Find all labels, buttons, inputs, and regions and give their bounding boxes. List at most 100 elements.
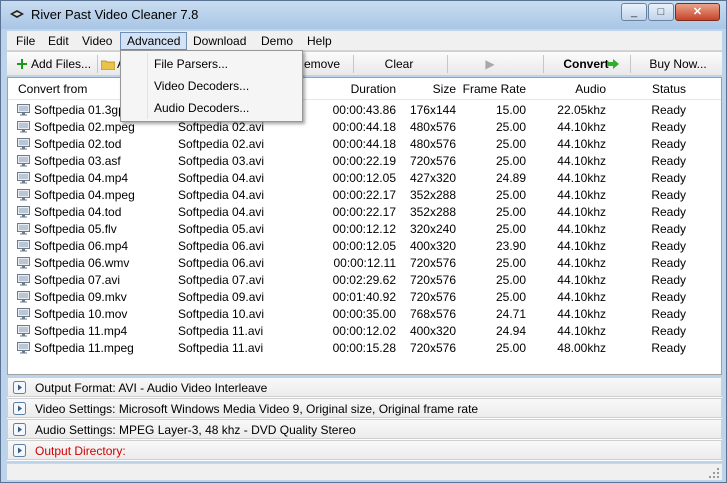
minimize-button[interactable]: _ [621, 3, 647, 21]
target-file: Softpedia 04.avi [178, 205, 265, 219]
file-list[interactable]: Convert from Duration Size Frame Rate Au… [7, 77, 722, 375]
output-format-panel[interactable]: Output Format: AVI - Audio Video Interle… [7, 377, 722, 397]
source-file: Softpedia 06.wmv [34, 256, 130, 270]
menu-edit[interactable]: Edit [42, 32, 75, 50]
source-file: Softpedia 04.mpeg [34, 188, 135, 202]
monitor-icon [17, 342, 30, 354]
add-files-button[interactable]: Add Files... [11, 55, 95, 73]
monitor-icon [17, 325, 30, 337]
source-file: Softpedia 02.mpeg [34, 120, 135, 134]
target-file: Softpedia 06.avi [178, 239, 265, 253]
convert-button[interactable]: Convert [551, 55, 621, 73]
column-convert-from[interactable]: Convert from [18, 82, 87, 96]
toolbar-separator [447, 55, 448, 73]
menu-item-audio-decoders[interactable]: Audio Decoders... [154, 101, 249, 115]
table-row[interactable]: Softpedia 11.mp4 Softpedia 11.avi 00:00:12… [8, 323, 721, 340]
table-row[interactable]: Softpedia 04.mp4 Softpedia 04.avi 00:00:12… [8, 170, 721, 187]
source-file: Softpedia 01.3gp [34, 103, 125, 117]
table-row[interactable]: Softpedia 02.tod Softpedia 02.avi 00:00:44… [8, 136, 721, 153]
close-button[interactable]: ✕ [675, 3, 720, 21]
table-row[interactable]: Softpedia 06.mp4 Softpedia 06.avi 00:00:12… [8, 238, 721, 255]
output-directory-text: Output Directory: [35, 444, 126, 458]
target-file: Softpedia 11.avi [178, 324, 264, 338]
table-row[interactable]: Softpedia 10.mov Softpedia 10.avi 00:00:35… [8, 306, 721, 323]
audio-value: 44.10khz [557, 120, 606, 134]
frame-rate-value: 24.71 [495, 307, 526, 321]
duration-value: 00:00:12.12 [332, 222, 396, 236]
clear-button[interactable]: Clear [369, 55, 429, 73]
menu-item-file-parsers[interactable]: File Parsers... [154, 57, 228, 71]
duration-value: 00:00:12.11 [333, 256, 396, 270]
frame-rate-value: 23.90 [495, 239, 526, 253]
expand-icon[interactable] [13, 423, 26, 436]
table-row[interactable]: Softpedia 11.mpeg Softpedia 11.avi 00:00:1… [8, 340, 721, 357]
monitor-icon [17, 138, 30, 150]
resize-grip-icon[interactable] [708, 467, 720, 479]
table-row[interactable]: Softpedia 03.asf Softpedia 03.avi 00:00:22… [8, 153, 721, 170]
duration-value: 00:01:40.92 [332, 290, 396, 304]
duration-value: 00:02:29.62 [332, 273, 396, 287]
expand-icon[interactable] [13, 381, 26, 394]
buy-now-label: Buy Now... [649, 57, 707, 71]
output-format-text: Output Format: AVI - Audio Video Interle… [35, 381, 268, 395]
table-row[interactable]: Softpedia 06.wmv Softpedia 06.avi 00:00:12… [8, 255, 721, 272]
menu-advanced[interactable]: Advanced [120, 32, 188, 50]
monitor-icon [17, 172, 30, 184]
duration-value: 00:00:22.19 [332, 154, 396, 168]
menu-item-video-decoders[interactable]: Video Decoders... [154, 79, 249, 93]
monitor-icon [17, 308, 30, 320]
duration-value: 00:00:15.28 [332, 341, 396, 355]
duration-value: 00:00:22.17 [332, 205, 396, 219]
table-row[interactable]: Softpedia 09.mkv Softpedia 09.avi 00:01:40… [8, 289, 721, 306]
frame-rate-value: 24.94 [495, 324, 526, 338]
table-row[interactable]: Softpedia 04.tod Softpedia 04.avi 00:00:22… [8, 204, 721, 221]
menu-demo[interactable]: Demo [255, 32, 299, 50]
menu-file[interactable]: File [10, 32, 41, 50]
table-row[interactable]: Softpedia 04.mpeg Softpedia 04.avi 00:00:2… [8, 187, 721, 204]
audio-settings-panel[interactable]: Audio Settings: MPEG Layer-3, 48 khz - D… [7, 419, 722, 439]
remove-button[interactable]: emove [297, 55, 347, 73]
column-size[interactable]: Size [404, 82, 456, 96]
remove-label: emove [303, 57, 341, 71]
monitor-icon [17, 257, 30, 269]
menu-download[interactable]: Download [187, 32, 252, 50]
size-value: 480x576 [409, 120, 456, 134]
frame-rate-value: 25.00 [495, 290, 526, 304]
expand-icon[interactable] [13, 402, 26, 415]
column-frame-rate[interactable]: Frame Rate [458, 82, 526, 96]
source-file: Softpedia 07.avi [34, 273, 121, 287]
column-audio[interactable]: Audio [538, 82, 606, 96]
duration-value: 00:00:43.86 [332, 103, 396, 117]
output-directory-panel[interactable]: Output Directory: [7, 440, 722, 460]
source-file: Softpedia 03.asf [34, 154, 121, 168]
status-value: Ready [651, 239, 686, 253]
size-value: 400x320 [409, 324, 456, 338]
buy-now-button[interactable]: Buy Now... [643, 55, 713, 73]
table-row[interactable]: Softpedia 05.flv Softpedia 05.avi 00:00:12… [8, 221, 721, 238]
size-value: 480x576 [409, 137, 456, 151]
target-file: Softpedia 03.avi [178, 154, 265, 168]
column-status[interactable]: Status [618, 82, 686, 96]
play-button[interactable]: ▶ [477, 55, 503, 73]
table-row[interactable]: Softpedia 01.3gpSoftpedia 01.avi00:00:43… [8, 102, 721, 119]
menu-video[interactable]: Video [76, 32, 118, 50]
audio-value: 44.10khz [557, 307, 606, 321]
expand-icon[interactable] [13, 444, 26, 457]
status-value: Ready [651, 120, 686, 134]
size-value: 720x576 [409, 290, 456, 304]
status-value: Ready [651, 307, 686, 321]
title-bar[interactable]: River Past Video Cleaner 7.8 _ □ ✕ [1, 1, 726, 29]
duration-value: 00:00:35.00 [332, 307, 396, 321]
table-row[interactable]: Softpedia 02.mpeg Softpedia 02.avi 00:00:4… [8, 119, 721, 136]
toolbar: Add Files... A emove Clear ▶ Convert [7, 52, 722, 76]
table-row[interactable]: Softpedia 07.avi Softpedia 07.avi 00:02:29… [8, 272, 721, 289]
audio-value: 48.00khz [557, 341, 606, 355]
column-duration[interactable]: Duration [318, 82, 396, 96]
size-value: 352x288 [409, 205, 456, 219]
maximize-button[interactable]: □ [648, 3, 674, 21]
video-settings-panel[interactable]: Video Settings: Microsoft Windows Media … [7, 398, 722, 418]
audio-value: 44.10khz [557, 273, 606, 287]
menu-help[interactable]: Help [301, 32, 338, 50]
monitor-icon [17, 104, 30, 116]
frame-rate-value: 25.00 [495, 120, 526, 134]
